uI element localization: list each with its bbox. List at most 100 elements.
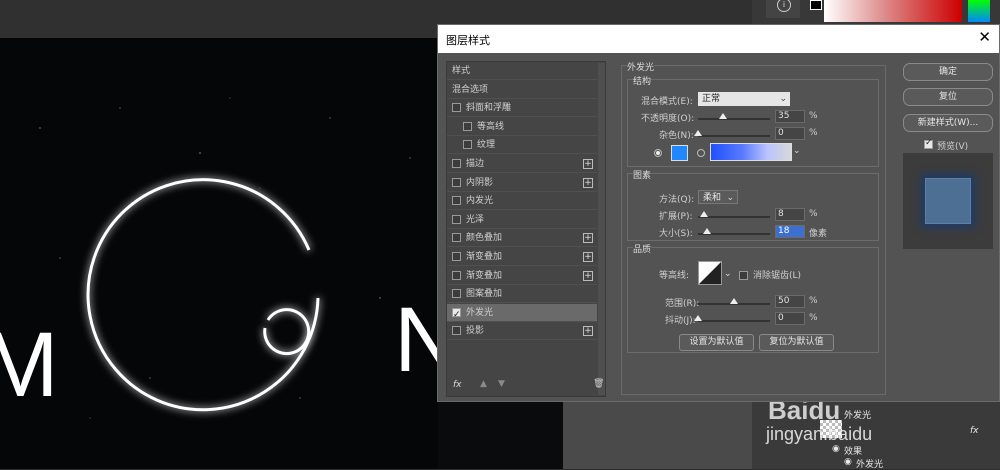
style-item[interactable]: 外发光 [447, 303, 597, 324]
style-item[interactable]: 内发光 [447, 192, 597, 211]
opacity-slider-thumb[interactable] [719, 113, 728, 119]
spread-slider-thumb[interactable] [699, 211, 708, 217]
canvas-artwork [39, 97, 411, 419]
reset-default-button[interactable]: 复位为默认值 [759, 334, 834, 351]
size-slider[interactable] [698, 228, 770, 235]
opacity-unit: % [809, 111, 818, 121]
jitter-label: 抖动(J): [665, 316, 696, 326]
reset-button[interactable]: 复位 [903, 88, 993, 106]
style-item-checkbox[interactable] [452, 103, 461, 113]
style-item[interactable]: 投影 + [447, 322, 597, 341]
eye-icon[interactable]: ◉ [844, 457, 852, 467]
antialias-checkbox[interactable] [739, 271, 748, 280]
style-item-checkbox[interactable] [452, 177, 461, 187]
style-item-checkbox[interactable] [452, 159, 461, 168]
style-item-label: 纹理 [477, 140, 496, 151]
size-slider-thumb[interactable] [702, 228, 711, 234]
jitter-slider[interactable] [694, 315, 770, 322]
panel-tab[interactable]: i [766, 0, 800, 18]
jitter-slider-thumb[interactable] [694, 315, 702, 321]
hue-slider[interactable] [968, 0, 990, 22]
ok-button[interactable]: 确定 [903, 63, 993, 81]
add-effect-plus-icon[interactable]: + [583, 252, 593, 262]
outer-glow-panel: 外发光 结构 混合模式(E): 正常 ⌄ 不透明度(O): 35 % 杂色(N)… [621, 60, 887, 397]
close-icon[interactable]: ✕ [978, 28, 991, 46]
small-ring [263, 308, 311, 356]
spread-slider[interactable] [698, 211, 770, 218]
fg-color-swatch[interactable] [810, 0, 822, 10]
info-icon[interactable]: i [777, 0, 791, 12]
outer-glow-title: 外发光 [627, 60, 655, 73]
style-item[interactable]: 描边 + [447, 155, 597, 173]
blend-mode-select[interactable]: 正常 ⌄ [698, 92, 790, 106]
contour-picker[interactable] [698, 261, 722, 285]
document-canvas[interactable]: M N [0, 38, 460, 469]
style-item-checkbox[interactable] [463, 140, 472, 150]
arrow-down-icon[interactable]: ▼ [498, 379, 505, 389]
layer-effect-outer-glow[interactable]: 外发光 [844, 408, 871, 421]
style-item[interactable]: 内阴影 + [447, 174, 597, 192]
range-input[interactable]: 50 [775, 295, 805, 308]
range-slider-thumb[interactable] [730, 298, 738, 304]
style-item-checkbox[interactable] [452, 196, 461, 206]
preview-checkbox[interactable] [924, 138, 933, 149]
style-item-label: 渐变叠加 [466, 270, 503, 281]
opacity-slider[interactable] [698, 113, 770, 120]
style-item[interactable]: 混合选项 [447, 81, 597, 99]
style-item-label: 颜色叠加 [466, 233, 503, 244]
method-select[interactable]: 柔和 ⌄ [698, 190, 738, 204]
style-item[interactable]: 颜色叠加 + [447, 229, 597, 248]
color-radio[interactable] [654, 149, 662, 157]
style-item-checkbox[interactable] [452, 233, 461, 243]
add-effect-plus-icon[interactable]: + [583, 233, 593, 244]
style-item-label: 混合选项 [452, 84, 489, 95]
spread-input[interactable]: 8 [775, 208, 805, 221]
style-item-checkbox[interactable] [452, 326, 461, 336]
range-slider[interactable] [698, 298, 770, 305]
noise-slider-thumb[interactable] [694, 130, 702, 136]
style-item[interactable]: 等高线 [447, 118, 597, 136]
glow-gradient-swatch[interactable] [710, 143, 792, 161]
glow-color-swatch[interactable] [671, 145, 688, 161]
dialog-titlebar[interactable]: 图层样式 ✕ [438, 25, 999, 53]
style-item[interactable]: 样式 [447, 62, 597, 80]
list-scrollbar[interactable] [598, 63, 605, 395]
preview-label: 预览(V) [937, 142, 969, 152]
style-item-checkbox[interactable] [452, 252, 461, 261]
noise-input[interactable]: 0 [775, 127, 805, 140]
color-picker-field[interactable] [824, 0, 962, 22]
arrow-up-icon[interactable]: ▲ [480, 379, 487, 389]
style-item-checkbox[interactable] [463, 121, 472, 131]
style-item-checkbox[interactable] [452, 270, 461, 280]
size-input[interactable]: 18 [775, 225, 805, 238]
style-item-checkbox[interactable] [452, 289, 461, 299]
style-item[interactable]: 纹理 [447, 136, 597, 155]
fx-menu-button[interactable]: fx [453, 380, 462, 390]
layer-effect-outer-glow-2[interactable]: 外发光 [856, 457, 883, 470]
opacity-input[interactable]: 35 [775, 110, 805, 123]
style-item[interactable]: 渐变叠加 + [447, 267, 597, 285]
add-effect-plus-icon[interactable]: + [583, 177, 593, 188]
gradient-radio[interactable] [697, 149, 705, 157]
style-item[interactable]: 光泽 [447, 211, 597, 229]
style-item[interactable]: 图案叠加 [447, 285, 597, 304]
eye-icon[interactable]: ◉ [832, 444, 840, 454]
trash-icon[interactable]: 🗑 [593, 379, 604, 389]
style-item[interactable]: 渐变叠加 + [447, 248, 597, 266]
new-style-button[interactable]: 新建样式(W)... [903, 114, 993, 132]
style-item[interactable]: 斜面和浮雕 [447, 99, 597, 118]
chevron-down-icon[interactable]: ⌄ [793, 146, 801, 156]
make-default-button[interactable]: 设置为默认值 [679, 334, 754, 351]
style-item-checkbox[interactable] [452, 214, 461, 224]
add-effect-plus-icon[interactable]: + [583, 270, 593, 281]
layer-effects-label[interactable]: 效果 [844, 444, 862, 457]
add-effect-plus-icon[interactable]: + [583, 159, 593, 169]
style-item-label: 描边 [466, 159, 485, 169]
jitter-input[interactable]: 0 [775, 312, 805, 325]
size-label: 大小(S): [659, 229, 693, 239]
noise-slider[interactable] [694, 130, 770, 137]
layer-fx-icon[interactable]: fx [970, 426, 979, 436]
add-effect-plus-icon[interactable]: + [583, 326, 593, 337]
chevron-down-icon[interactable]: ⌄ [724, 269, 732, 279]
style-item-checkbox[interactable] [452, 306, 461, 324]
